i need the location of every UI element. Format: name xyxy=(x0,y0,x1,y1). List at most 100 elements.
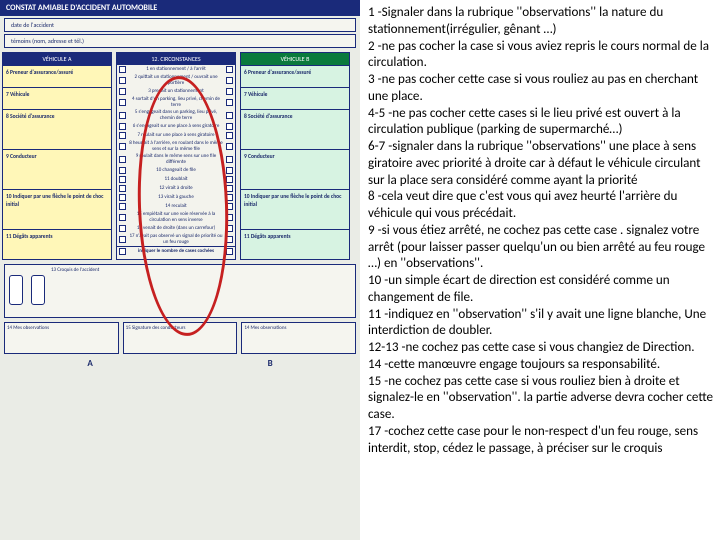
note-item: 12-13 -ne cochez pas cette case si vous … xyxy=(368,339,716,356)
circ-label: 7 roulait sur une place à sens giratoire xyxy=(126,133,226,139)
checkbox-b xyxy=(226,225,233,232)
checkbox-b xyxy=(226,112,233,119)
vehicle-a-header: VÉHICULE A xyxy=(3,53,111,65)
checkbox-a xyxy=(119,176,126,183)
vehicle-b-column: VÉHICULE B 6 Preneur d'assurance/assuré … xyxy=(240,52,350,260)
circ-label: 1 en stationnement / à l'arrêt xyxy=(126,67,226,73)
note-item: 14 -cette manœuvre engage toujours sa re… xyxy=(368,356,716,373)
checkbox-a xyxy=(119,123,126,130)
checkbox-b xyxy=(226,132,233,139)
sketch-box: 13 Croquis de l'accident xyxy=(4,264,356,318)
checkbox-a xyxy=(119,236,126,243)
circ-label: 14 reculait xyxy=(126,204,226,210)
circ-label: 13 virait à gauche xyxy=(126,195,226,201)
form-title: CONSTAT AMIABLE D'ACCIDENT AUTOMOBILE xyxy=(0,0,360,16)
circ-label: 17 n'avait pas observé un signal de prio… xyxy=(126,234,226,245)
checkbox-b xyxy=(226,99,233,106)
circ-row: 1 en stationnement / à l'arrêt xyxy=(117,65,235,74)
checkbox-a xyxy=(119,167,126,174)
checkbox-a xyxy=(119,66,126,73)
checkbox-b xyxy=(226,236,233,243)
note-item: 8 -cela veut dire que c'est vous qui ave… xyxy=(368,188,716,222)
circ-label: 11 doublait xyxy=(126,177,226,183)
circ-row: 3 prenait un stationnement xyxy=(117,87,235,96)
circ-label: 3 prenait un stationnement xyxy=(126,89,226,95)
checkbox-b xyxy=(226,167,233,174)
note-item: 3 -ne pas cocher cette case si vous roul… xyxy=(368,71,716,105)
note-item: 4-5 -ne pas cocher cette cases si le lie… xyxy=(368,105,716,139)
checkbox-a xyxy=(119,194,126,201)
circumstances-column: 12. CIRCONSTANCES 1 en stationnement / à… xyxy=(116,52,236,260)
checkbox-b xyxy=(226,77,233,84)
checkbox-a xyxy=(119,143,126,150)
checkbox-a xyxy=(119,132,126,139)
circumstances-header: 12. CIRCONSTANCES xyxy=(117,53,235,65)
checkbox-b xyxy=(226,203,233,210)
observations-b: 14 Mes observations xyxy=(241,322,356,354)
checkbox-a xyxy=(119,99,126,106)
label-b: B xyxy=(268,358,273,369)
checkbox-a xyxy=(119,77,126,84)
form-columns: VÉHICULE A 6 Preneur d'assurance/assuré … xyxy=(0,52,360,260)
observations-a: 14 Mes observations xyxy=(4,322,119,354)
car-shape-icon xyxy=(9,275,23,305)
note-item: 17 -cochez cette case pour le non-respec… xyxy=(368,423,716,457)
bottom-row: 14 Mes observations 15 Signature des con… xyxy=(4,322,356,354)
note-item: 6-7 -signaler dans la rubrique ''observa… xyxy=(368,138,716,188)
checkbox-b xyxy=(226,123,233,130)
circ-label: 10 changeait de file xyxy=(126,168,226,174)
circ-row: 4 sortait d'un parking, lieu privé, chem… xyxy=(117,96,235,109)
circ-row: 9 roulait dans le même sens sur une file… xyxy=(117,153,235,166)
checkbox-a xyxy=(119,214,126,221)
checkbox-b xyxy=(226,143,233,150)
notes-text: 1 -Signaler dans la rubrique ''observati… xyxy=(360,0,720,540)
circ-row: 14 reculait xyxy=(117,202,235,211)
circ-label: 16 venait de droite (dans un carrefour) xyxy=(126,226,226,232)
note-item: 15 -ne cochez pas cette case si vous rou… xyxy=(368,373,716,423)
circ-row: 5 s'engageait dans un parking, lieu priv… xyxy=(117,109,235,122)
label-a: A xyxy=(87,358,92,369)
checkbox-a xyxy=(119,203,126,210)
checkbox-b xyxy=(226,176,233,183)
circ-row: 15 empiétait sur une voie réservée à la … xyxy=(117,211,235,224)
circ-row: 13 virait à gauche xyxy=(117,193,235,202)
note-item: 11 -indiquez en ''observation'' s'il y a… xyxy=(368,306,716,340)
checkbox-b xyxy=(226,156,233,163)
circ-row: 2 quittait un stationnement / ouvrait un… xyxy=(117,74,235,87)
note-item: 10 -un simple écart de direction est con… xyxy=(368,272,716,306)
circ-row: 17 n'avait pas observé un signal de prio… xyxy=(117,233,235,246)
circ-label: 6 s'engageait sur une place à sens girat… xyxy=(126,124,226,130)
note-item: 1 -Signaler dans la rubrique ''observati… xyxy=(368,4,716,38)
footer-ab: A B xyxy=(0,356,360,369)
checkbox-b xyxy=(226,214,233,221)
circ-label: 5 s'engageait dans un parking, lieu priv… xyxy=(126,110,226,121)
circ-label: 15 empiétait sur une voie réservée à la … xyxy=(126,212,226,223)
circ-row: 8 heurtait à l'arrière, en roulant dans … xyxy=(117,140,235,153)
circ-row: 16 venait de droite (dans un carrefour) xyxy=(117,224,235,233)
circ-row: 7 roulait sur une place à sens giratoire xyxy=(117,131,235,140)
checkbox-b xyxy=(226,66,233,73)
circ-label: 12 virait à droite xyxy=(126,186,226,192)
constat-form-image: CONSTAT AMIABLE D'ACCIDENT AUTOMOBILE da… xyxy=(0,0,360,540)
circ-label: 2 quittait un stationnement / ouvrait un… xyxy=(126,75,226,86)
note-item: 9 -si vous étiez arrêté, ne cochez pas c… xyxy=(368,222,716,272)
circ-row: 10 changeait de file xyxy=(117,166,235,175)
checkbox-a xyxy=(119,225,126,232)
circ-row: 12 virait à droite xyxy=(117,184,235,193)
vehicle-a-column: VÉHICULE A 6 Preneur d'assurance/assuré … xyxy=(2,52,112,260)
vehicle-b-header: VÉHICULE B xyxy=(241,53,349,65)
checkbox-a xyxy=(119,88,126,95)
checkbox-b xyxy=(226,88,233,95)
form-subhead-witnesses: témoins (nom, adresse et tél.) xyxy=(4,34,356,48)
checkbox-b xyxy=(226,185,233,192)
count-box-b xyxy=(226,248,233,255)
circ-row: 6 s'engageait sur une place à sens girat… xyxy=(117,122,235,131)
signatures: 15 Signature des conducteurs xyxy=(123,322,238,354)
checkbox-a xyxy=(119,185,126,192)
circ-row: 11 doublait xyxy=(117,175,235,184)
car-shape-icon xyxy=(31,275,45,305)
circ-label: 9 roulait dans le même sens sur une file… xyxy=(126,154,226,165)
circ-label: 4 sortait d'un parking, lieu privé, chem… xyxy=(126,97,226,108)
form-subhead-date: date de l'accident xyxy=(4,18,356,32)
count-box-a xyxy=(119,248,126,255)
